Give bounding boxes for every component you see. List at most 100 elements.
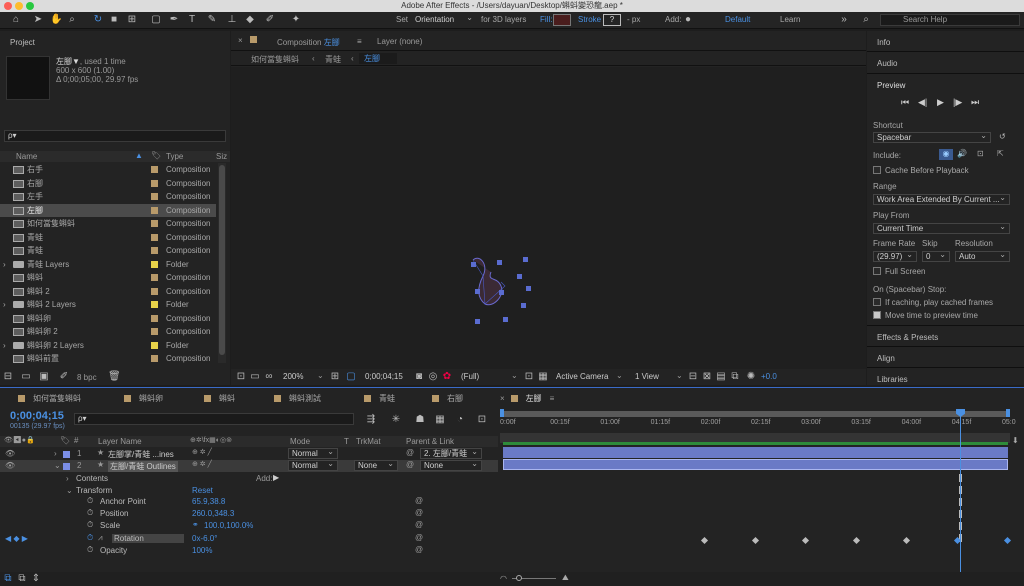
label-color-swatch[interactable]	[151, 220, 158, 227]
timeline-tab[interactable]: 蝌蚪卵	[124, 393, 163, 404]
zoom-out-icon[interactable]: ◠	[500, 574, 507, 583]
draft-3d-icon[interactable]: ✳	[390, 414, 402, 426]
play-from-dropdown[interactable]: Current Time	[873, 223, 1010, 234]
project-item[interactable]: › 蝌蚪 2 Layers Folder	[0, 298, 216, 311]
layer-name[interactable]: 左腳/青蛙 Outlines	[108, 461, 178, 472]
search-help-icon[interactable]: ⌕	[860, 14, 872, 26]
include-audio-toggle[interactable]: 🔊	[957, 149, 967, 158]
transform-property-row[interactable]: ⏱ Position 260.0,348.3 @	[0, 508, 498, 520]
label-color-swatch[interactable]	[151, 274, 158, 281]
cache-before-playback-checkbox[interactable]	[873, 166, 881, 174]
path-vertex-handle[interactable]	[475, 289, 480, 294]
rectangle-tool-icon[interactable]: ▢	[150, 14, 162, 26]
transform-reset-link[interactable]: Reset	[192, 486, 213, 495]
frame-rate-dropdown[interactable]: (29.97)	[873, 251, 917, 262]
layer-name[interactable]: 左腳掌/青蛙 ...ines	[108, 449, 174, 460]
breadcrumb-item-1[interactable]: 如何當隻蝌蚪	[251, 54, 299, 65]
next-frame-icon[interactable]: |▶	[953, 97, 962, 108]
frame-blending-icon[interactable]: ▦	[434, 414, 446, 426]
time-ruler[interactable]: 0:00f 00:15f 01:00f 01:15f 02:00f 02:15f 03:00…	[500, 409, 1016, 433]
new-folder-icon[interactable]: ▭	[20, 371, 32, 383]
workspace-menu-icon[interactable]: »	[838, 14, 850, 26]
keyframe-navigator-icon[interactable]: ◀ ◆ ▶	[5, 534, 28, 543]
transform-property-row[interactable]: ⏱ Anchor Point 65.9,38.8 @	[0, 496, 498, 508]
rotation-keyframe[interactable]	[700, 536, 709, 545]
contents-label[interactable]: Contents	[76, 474, 108, 483]
label-color-swatch[interactable]	[151, 179, 158, 187]
layer-label-color[interactable]	[63, 463, 70, 470]
stopwatch-icon[interactable]: ⏱	[87, 533, 93, 543]
chevron-down-icon[interactable]: ⌄	[317, 371, 324, 380]
visibility-eye-icon[interactable]: 👁	[5, 461, 15, 470]
camera-dropdown[interactable]: Active Camera	[556, 372, 608, 381]
layer-expand-icon[interactable]: ›	[54, 449, 57, 458]
show-snapshot-icon[interactable]: ◎	[427, 371, 439, 383]
include-layer-controls-toggle[interactable]: ⇱	[997, 149, 1004, 158]
path-vertex-handle[interactable]	[523, 257, 528, 262]
layer-row[interactable]: 👁 ⌄ 2 ★左腳/青蛙 Outlines ⊕ ✲ ╱ Normal None @ None	[0, 460, 498, 472]
effects-presets-header[interactable]: Effects & Presets	[877, 333, 938, 342]
trkmat-column[interactable]: TrkMat	[356, 437, 381, 446]
constrain-proportions-icon[interactable]: ⚭	[192, 520, 199, 529]
workspace-default[interactable]: Default	[725, 15, 750, 24]
path-vertex-handle[interactable]	[475, 319, 480, 324]
graph-editor-icon[interactable]: ⊡	[476, 414, 488, 426]
layer-expand-icon[interactable]: ⌄	[54, 461, 61, 470]
new-comp-icon[interactable]: ▣	[38, 371, 50, 383]
label-color-swatch[interactable]	[151, 287, 158, 295]
expression-pick-whip-icon[interactable]: @	[415, 533, 423, 542]
layer-switches-icon[interactable]: ⊕ ✲ ╱	[192, 448, 212, 456]
view-layout-dropdown[interactable]: 1 View	[635, 372, 659, 381]
work-area-bar[interactable]	[500, 411, 1010, 417]
folder-expand-icon[interactable]: ›	[3, 258, 6, 271]
project-item[interactable]: 右手 Composition	[0, 163, 216, 176]
av-features-icon[interactable]: 👁◀●🔒	[4, 436, 35, 444]
project-item[interactable]: 蝌蚪 2 Composition	[0, 285, 216, 298]
zoom-tool-icon[interactable]: ⌕	[66, 14, 78, 26]
visibility-eye-icon[interactable]: 👁	[5, 449, 15, 458]
timeline-tab[interactable]: 蝌蚪	[204, 393, 235, 404]
project-item[interactable]: 青蛙 Composition	[0, 244, 216, 257]
trash-icon[interactable]: 🗑	[108, 371, 121, 383]
add-content-icon[interactable]: ▶	[273, 473, 279, 482]
comp-tab[interactable]: Composition 左腳	[277, 37, 340, 48]
timeline-tab[interactable]: 青蛙	[364, 393, 395, 404]
label-color-swatch[interactable]	[151, 233, 158, 241]
eraser-tool-icon[interactable]: ◆	[244, 14, 256, 26]
project-item[interactable]: 左手 Composition	[0, 190, 216, 203]
camera-tool-icon[interactable]: ■	[108, 14, 120, 26]
path-vertex-handle[interactable]	[497, 260, 502, 265]
transform-property-row[interactable]: ⏱ Opacity 100% @	[0, 545, 498, 557]
chevron-down-icon[interactable]: ⌄	[511, 371, 518, 380]
timeline-current-time[interactable]: 0;00;04;15	[10, 410, 64, 422]
selection-tool-icon[interactable]: ➤	[32, 14, 44, 26]
flowchart-icon[interactable]: ⧉	[729, 371, 741, 383]
transform-expand-icon[interactable]: ⌄	[66, 486, 73, 495]
stopwatch-icon[interactable]: ⏱	[87, 545, 93, 555]
rotation-keyframe[interactable]	[852, 536, 860, 545]
t-column[interactable]: T	[344, 437, 349, 446]
pick-whip-icon[interactable]: @	[406, 460, 414, 469]
always-preview-icon[interactable]: ⊡	[235, 371, 247, 383]
composition-flowchart-icon[interactable]: ⇶	[365, 414, 377, 426]
layer-row[interactable]: 👁 › 1 ★左腳掌/青蛙 ...ines ⊕ ✲ ╱ Normal @2. 左腳/青蛙	[0, 448, 498, 460]
skip-dropdown[interactable]: 0	[922, 251, 950, 262]
project-item[interactable]: 如何當隻蝌蚪 Composition	[0, 217, 216, 230]
range-dropdown[interactable]: Work Area Extended By Current ...	[873, 194, 1010, 205]
color-channel-icon[interactable]: ✿	[441, 371, 453, 383]
sort-arrow-icon[interactable]: ▲	[135, 151, 143, 160]
rotation-keyframe[interactable]	[902, 536, 911, 545]
comp-viewer[interactable]	[231, 67, 866, 369]
rotation-keyframe[interactable]	[801, 536, 810, 545]
timeline-tab[interactable]: 蝌蚪測試	[274, 393, 321, 404]
fill-color-swatch[interactable]	[553, 14, 571, 26]
pan-behind-tool-icon[interactable]: ⊞	[126, 14, 138, 26]
label-color-swatch[interactable]	[151, 355, 158, 362]
trkmat-dropdown[interactable]: None	[354, 460, 398, 471]
graph-icon[interactable]: ⩘	[98, 533, 103, 543]
reset-exposure-icon[interactable]: ✺	[745, 371, 757, 383]
comp-marker-icon[interactable]: ⬇	[1012, 436, 1019, 445]
rotate-tool-icon[interactable]: ↻	[92, 14, 104, 26]
type-tool-icon[interactable]: T	[186, 14, 198, 26]
preview-panel-header[interactable]: Preview	[877, 81, 905, 90]
